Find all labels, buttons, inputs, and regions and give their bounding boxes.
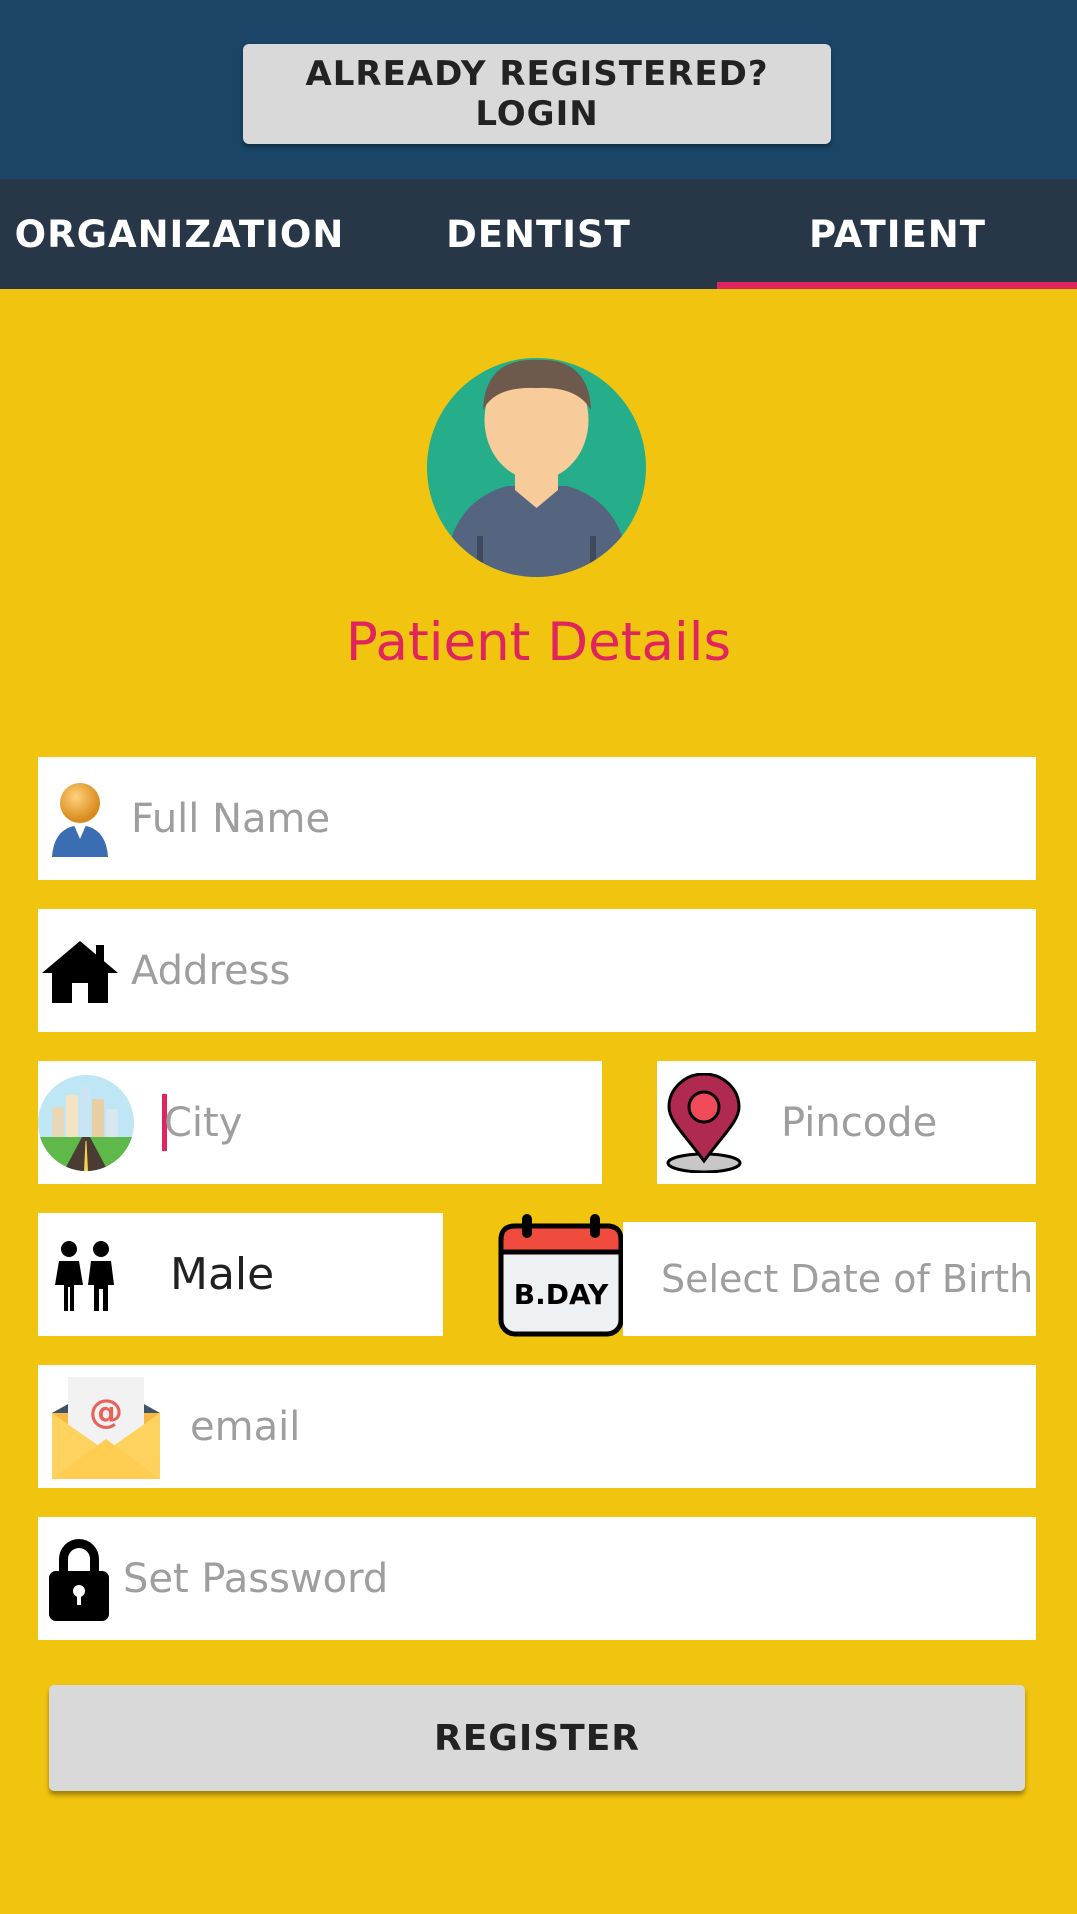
full-name-field[interactable]: Full Name	[38, 757, 1036, 880]
people-icon	[55, 1241, 114, 1311]
location-pin-icon	[666, 1073, 742, 1173]
address-placeholder: Address	[131, 947, 291, 994]
header-bar: ALREADY REGISTERED? LOGIN	[0, 0, 1077, 179]
password-field[interactable]: Set Password	[38, 1517, 1036, 1640]
padlock-icon	[49, 1539, 109, 1621]
email-placeholder: email	[190, 1403, 301, 1450]
city-road-icon	[38, 1075, 134, 1171]
birthday-calendar-icon[interactable]: B.DAY	[498, 1212, 624, 1338]
email-field[interactable]: @ email	[38, 1365, 1036, 1488]
svg-text:@: @	[89, 1392, 123, 1432]
address-field[interactable]: Address	[38, 909, 1036, 1032]
person-icon	[52, 783, 108, 857]
patient-avatar-icon	[427, 358, 646, 577]
date-of-birth-placeholder: Select Date of Birth	[661, 1257, 1034, 1301]
tab-dentist[interactable]: DENTIST	[359, 179, 718, 289]
gender-value: Male	[170, 1249, 275, 1300]
city-field[interactable]: City	[38, 1061, 602, 1184]
register-button[interactable]: REGISTER	[49, 1685, 1025, 1791]
pincode-field[interactable]: Pincode	[657, 1061, 1036, 1184]
page-title: Patient Details	[345, 612, 732, 673]
house-icon	[42, 941, 118, 1003]
pincode-placeholder: Pincode	[781, 1099, 938, 1146]
tab-organization[interactable]: ORGANIZATION	[0, 179, 359, 289]
email-envelope-icon: @	[52, 1377, 160, 1479]
date-of-birth-field[interactable]: Select Date of Birth	[623, 1222, 1036, 1336]
full-name-placeholder: Full Name	[131, 795, 331, 842]
calendar-label: B.DAY	[514, 1278, 609, 1311]
gender-select[interactable]: Male	[38, 1213, 443, 1336]
city-placeholder: City	[164, 1099, 243, 1146]
selected-tab-indicator	[717, 282, 1077, 289]
login-button[interactable]: ALREADY REGISTERED? LOGIN	[243, 44, 831, 144]
tab-patient[interactable]: PATIENT	[718, 179, 1077, 289]
tab-bar: ORGANIZATION DENTIST PATIENT	[0, 179, 1077, 289]
password-placeholder: Set Password	[123, 1555, 389, 1602]
